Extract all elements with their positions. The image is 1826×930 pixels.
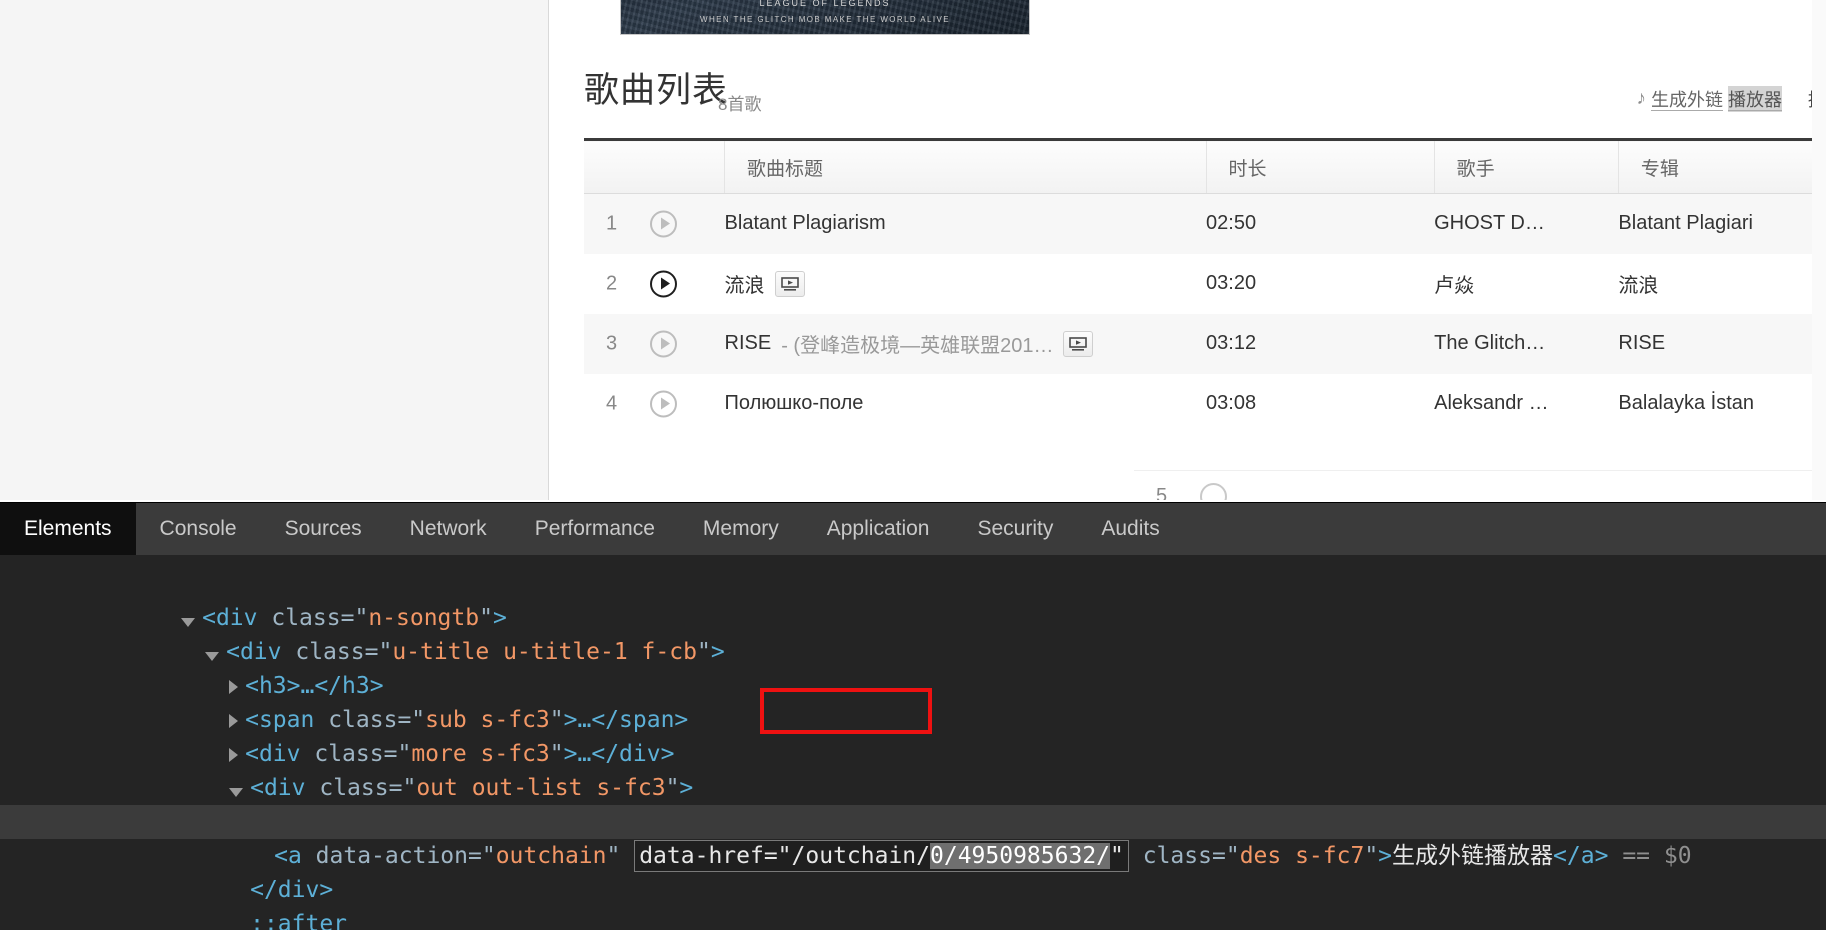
table-row[interactable]: 3 RISE - (登峰造极境—英雄联盟201… 03:12 The Glitc… bbox=[584, 313, 1826, 374]
play-icon[interactable] bbox=[650, 270, 677, 297]
table-header-row: 歌曲标题 时长 歌手 专辑 bbox=[584, 139, 1826, 194]
dom-node-n-songtb[interactable]: <div class="n-songtb"> bbox=[0, 567, 1826, 631]
table-row-partial[interactable]: 5 bbox=[1134, 470, 1826, 500]
song-artist-cell[interactable]: GHOST D… bbox=[1434, 194, 1618, 254]
row-index-cell: 1 bbox=[584, 194, 725, 254]
play-triangle bbox=[660, 397, 670, 410]
song-album-cell[interactable]: Blatant Plagiari bbox=[1618, 194, 1826, 254]
row-index-number: 3 bbox=[606, 332, 618, 354]
song-title-wrap: Полюшко-поле bbox=[725, 392, 1207, 415]
dom-close-div-out: </div> bbox=[0, 839, 1826, 903]
song-artist-cell[interactable]: The Glitch… bbox=[1434, 314, 1618, 374]
song-title-cell: Blatant Plagiarism bbox=[725, 194, 1207, 254]
song-duration-cell: 03:08 bbox=[1206, 392, 1257, 414]
dom-node-u-title[interactable]: <div class="u-title u-title-1 f-cb"> bbox=[0, 601, 1826, 665]
song-album-cell[interactable]: Balalayka İstan bbox=[1618, 374, 1826, 434]
tab-sources[interactable]: Sources bbox=[261, 503, 386, 555]
song-album-cell[interactable]: RISE bbox=[1618, 314, 1826, 374]
dom-node-after-pseudo[interactable]: ::after bbox=[0, 873, 1826, 930]
table-row[interactable]: 2 流浪 03:20 卢焱 流浪 bbox=[584, 253, 1826, 314]
songlist-actions: ♪ 生成外链播放器 播 bbox=[1637, 86, 1826, 112]
song-title-wrap: 流浪 bbox=[725, 269, 1207, 298]
row-index-number: 2 bbox=[606, 272, 618, 294]
play-triangle bbox=[660, 277, 670, 290]
tab-application[interactable]: Application bbox=[803, 503, 954, 555]
browser-page-content: LEAGUE OF LEGENDS WHEN THE GLITCH MOB MA… bbox=[0, 0, 1826, 500]
outchain-link-selected-text: 播放器 bbox=[1728, 86, 1782, 112]
song-title-wrap: Blatant Plagiarism bbox=[725, 212, 1207, 235]
page-title: 歌曲列表 bbox=[584, 71, 729, 111]
column-header-index[interactable] bbox=[584, 139, 726, 194]
tab-performance[interactable]: Performance bbox=[511, 503, 679, 555]
page-vertical-scrollbar[interactable] bbox=[1812, 0, 1826, 500]
column-header-album[interactable]: 专辑 bbox=[1618, 139, 1826, 194]
devtools-panel: Elements Console Sources Network Perform… bbox=[0, 502, 1826, 930]
song-table-body: 1 Blatant Plagiarism 02:50 GHOST D… Blat… bbox=[584, 193, 1826, 434]
song-duration-cell: 03:20 bbox=[1206, 272, 1257, 294]
outchain-link-text: 生成外链 bbox=[1651, 90, 1723, 110]
dom-close-div-songtb: </div> bbox=[0, 907, 1826, 930]
play-icon[interactable] bbox=[650, 390, 677, 417]
dom-node-a-outchain-selected[interactable]: <a data-action="outchain" data-href="/ou… bbox=[0, 805, 1826, 872]
tab-network[interactable]: Network bbox=[386, 503, 511, 555]
play-triangle bbox=[660, 217, 670, 230]
mv-video-icon[interactable] bbox=[1063, 330, 1094, 357]
row-index-cell: 3 bbox=[584, 314, 725, 374]
generate-outchain-player-link[interactable]: ♪ 生成外链 播放器 bbox=[1636, 86, 1782, 112]
song-title-cell: 流浪 bbox=[725, 254, 1207, 314]
song-duration-cell: 03:12 bbox=[1206, 332, 1257, 354]
banner-line-2: WHEN THE GLITCH MOB MAKE THE WORLD ALIVE bbox=[700, 15, 950, 24]
row-index-number: 5 bbox=[1156, 485, 1168, 500]
tab-security[interactable]: Security bbox=[953, 503, 1077, 555]
song-table-head: 歌曲标题 时长 歌手 专辑 bbox=[584, 139, 1826, 194]
song-title-text[interactable]: Blatant Plagiarism bbox=[725, 212, 886, 235]
row-index-cell: 2 bbox=[584, 254, 725, 314]
song-duration-cell: 02:50 bbox=[1206, 212, 1257, 235]
playlist-banner-image: LEAGUE OF LEGENDS WHEN THE GLITCH MOB MA… bbox=[620, 0, 1030, 35]
tab-memory[interactable]: Memory bbox=[679, 503, 803, 555]
banner-line-1: LEAGUE OF LEGENDS bbox=[759, 0, 891, 8]
dom-node-div-more[interactable]: <div class="more s-fc3">…</div> bbox=[0, 703, 1826, 767]
song-album-cell[interactable]: 流浪 bbox=[1618, 254, 1826, 314]
column-header-artist[interactable]: 歌手 bbox=[1434, 139, 1619, 194]
dom-node-div-out[interactable]: <div class="out out-list s-fc3"> bbox=[0, 737, 1826, 801]
row-index-cell: 4 bbox=[584, 374, 725, 434]
song-count-label: 8首歌 bbox=[718, 95, 762, 114]
playlist-content-area: LEAGUE OF LEGENDS WHEN THE GLITCH MOB MA… bbox=[550, 0, 1826, 500]
tab-elements[interactable]: Elements bbox=[0, 503, 136, 555]
table-row[interactable]: 1 Blatant Plagiarism 02:50 GHOST D… Blat… bbox=[584, 193, 1826, 254]
tab-console[interactable]: Console bbox=[136, 503, 261, 555]
play-triangle bbox=[660, 337, 670, 350]
mv-video-icon[interactable] bbox=[774, 270, 805, 297]
play-icon[interactable] bbox=[650, 210, 677, 238]
page-left-gutter bbox=[0, 0, 549, 500]
column-header-duration[interactable]: 时长 bbox=[1206, 139, 1435, 194]
dom-node-h3[interactable]: <h3>…</h3> bbox=[0, 635, 1826, 699]
table-row[interactable]: 4 Полюшко-поле 03:08 Aleksandr … Balalay… bbox=[584, 373, 1826, 434]
song-title-text[interactable]: 流浪 bbox=[725, 269, 765, 298]
row-index-number: 4 bbox=[606, 392, 618, 414]
play-icon[interactable] bbox=[1200, 483, 1227, 500]
column-header-title[interactable]: 歌曲标题 bbox=[724, 139, 1207, 194]
dom-node-span-sub[interactable]: <span class="sub s-fc3">…</span> bbox=[0, 669, 1826, 733]
song-title-cell: Полюшко-поле bbox=[725, 374, 1207, 434]
song-table: 歌曲标题 时长 歌手 专辑 1 Blatant Plagiarism 02:50… bbox=[584, 138, 1826, 434]
song-title-wrap: RISE - (登峰造极境—英雄联盟201… bbox=[725, 329, 1207, 358]
play-icon[interactable] bbox=[650, 330, 677, 357]
dom-tree[interactable]: <div class="n-songtb"> <div class="u-tit… bbox=[0, 555, 1826, 930]
song-title-cell: RISE - (登峰造极境—英雄联盟201… bbox=[725, 314, 1207, 374]
song-artist-cell[interactable]: Aleksandr … bbox=[1434, 374, 1618, 434]
song-title-text[interactable]: RISE bbox=[725, 332, 772, 355]
devtools-tab-bar: Elements Console Sources Network Perform… bbox=[0, 503, 1826, 555]
song-title-text[interactable]: Полюшко-поле bbox=[725, 392, 864, 415]
song-artist-cell[interactable]: 卢焱 bbox=[1434, 254, 1618, 314]
songlist-header: 歌曲列表 8首歌 ♪ 生成外链播放器 播 bbox=[550, 72, 1826, 134]
tab-audits[interactable]: Audits bbox=[1077, 503, 1183, 555]
row-index-number: 1 bbox=[606, 212, 618, 235]
dom-node-i-icn[interactable]: <i class="u-icn u-icn-95 f-fl"></i> bbox=[0, 771, 1826, 835]
song-title-subtitle: - (登峰造极境—英雄联盟201… bbox=[781, 335, 1054, 357]
music-note-icon: ♪ bbox=[1636, 87, 1647, 109]
